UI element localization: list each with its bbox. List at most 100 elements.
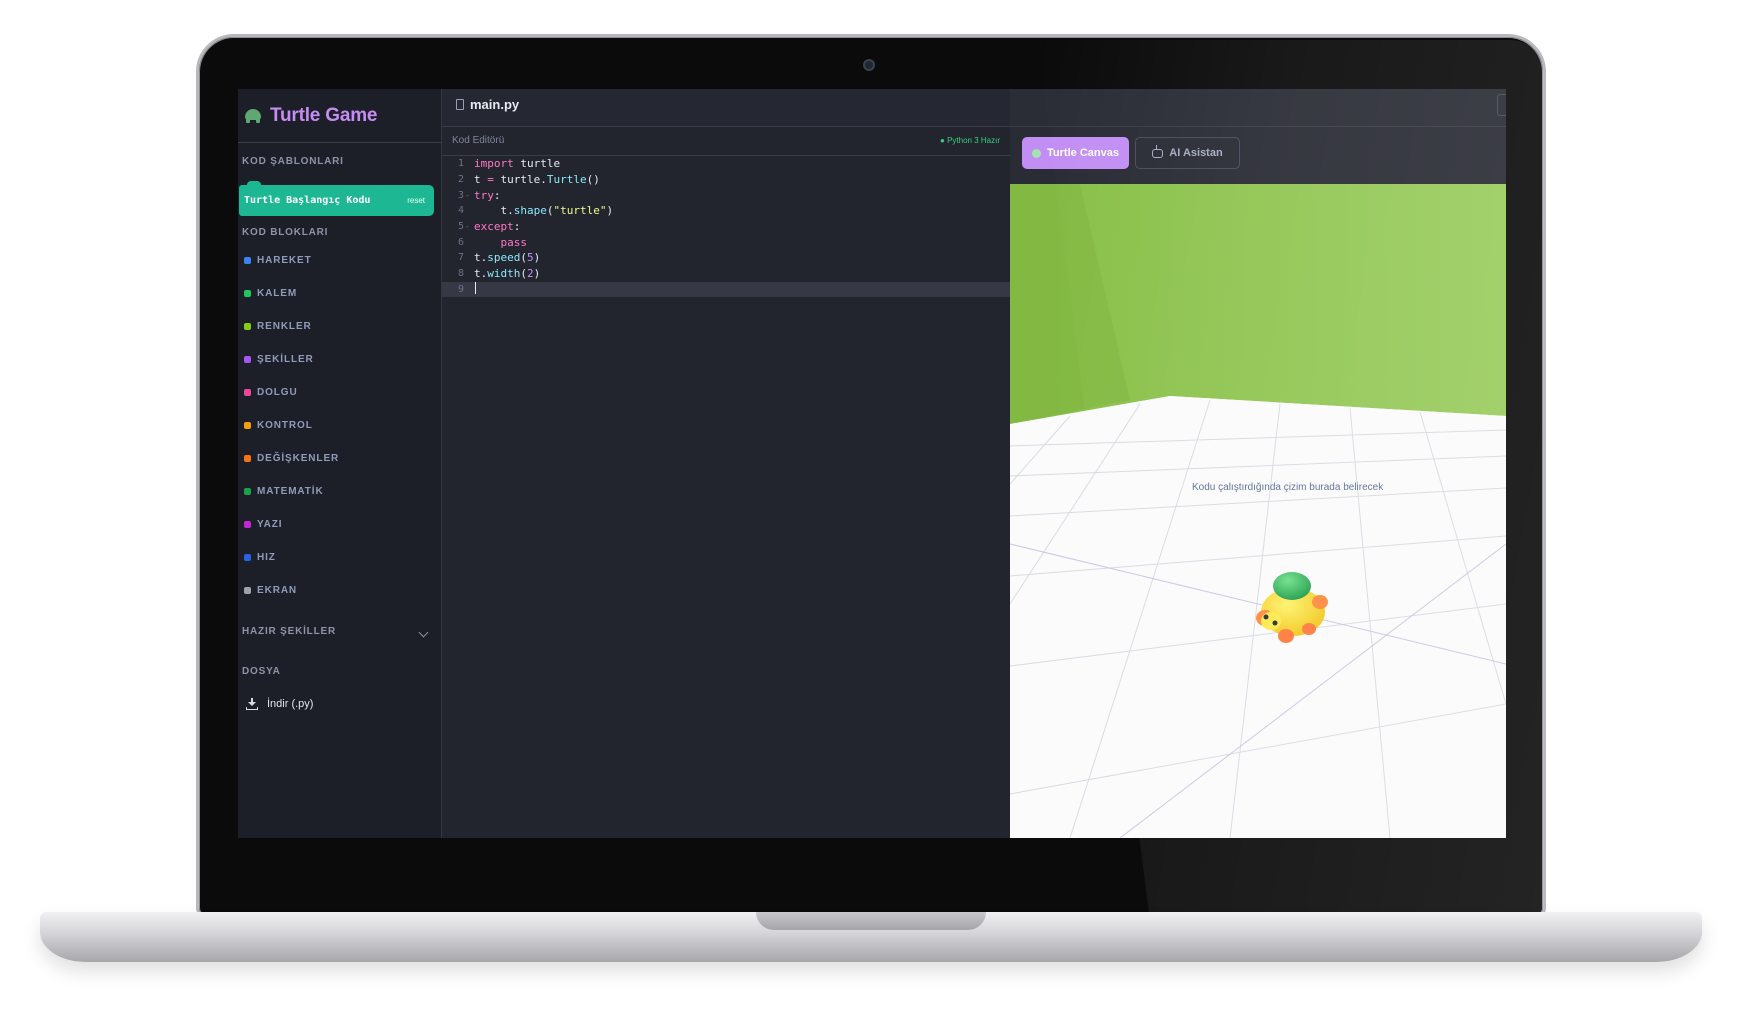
code-text: pass: [500, 235, 528, 249]
block-label: DOLGU: [257, 386, 298, 398]
template-label: Turtle Başlangıç Kodu: [244, 195, 371, 206]
app-title: Turtle Game: [270, 105, 378, 126]
code-text: t.width(2): [474, 267, 541, 281]
block-matematik[interactable]: MATEMATİK: [244, 483, 324, 499]
line-number: 8: [457, 268, 464, 280]
block-yazi[interactable]: YAZI: [244, 516, 282, 532]
block-label: KONTROL: [257, 419, 313, 431]
code-text: t.shape("turtle"): [474, 204, 614, 218]
tab-label: AI Asistan: [1169, 147, 1223, 159]
block-label: KALEM: [257, 287, 298, 299]
code-line[interactable]: 2 t = turtle.Turtle(): [442, 172, 1010, 188]
sidebar-divider: [238, 142, 442, 143]
template-tab-marker: [247, 181, 261, 186]
python-status-badge: ● Python 3 Hazır: [940, 136, 1000, 145]
block-label: RENKLER: [257, 320, 312, 332]
output-top-bar: [1010, 89, 1506, 127]
line-number: 7: [457, 252, 464, 264]
block-color-dot: [244, 520, 251, 528]
block-color-dot: [244, 454, 251, 462]
editor-header: Kod Editörü ● Python 3 Hazır: [442, 127, 1010, 156]
laptop-notch: [756, 912, 986, 930]
scene-svg: [1010, 184, 1506, 838]
block-color-dot: [244, 388, 251, 396]
line-number: 2: [457, 174, 464, 186]
editor-tab-bar: main.py: [442, 89, 1010, 127]
code-line[interactable]: 6 pass: [442, 234, 1010, 250]
code-line[interactable]: 3- try:: [442, 187, 1010, 203]
block-ekran[interactable]: EKRAN: [244, 582, 297, 598]
robot-icon: [1152, 144, 1164, 158]
block-color-dot: [244, 322, 251, 330]
canvas-hint: Kodu çalıştırdığında çizim burada belire…: [1192, 482, 1384, 493]
block-sekiller[interactable]: ŞEKİLLER: [244, 351, 314, 367]
code-editor-panel: main.py Kod Editörü ● Python 3 Hazır 1 im…: [442, 89, 1010, 838]
block-label: HAREKET: [257, 254, 312, 266]
line-number: 9: [457, 283, 464, 295]
fold-marker[interactable]: -: [464, 191, 474, 200]
file-name: main.py: [470, 97, 520, 112]
code-text: except:: [474, 220, 521, 234]
line-number: 6: [457, 236, 464, 248]
code-line[interactable]: 5- except:: [442, 219, 1010, 235]
brand: Turtle Game: [244, 99, 377, 133]
code-line[interactable]: 1 import turtle: [442, 156, 1010, 172]
line-number: 3: [457, 189, 464, 201]
file-icon: [456, 99, 464, 110]
download-py-button[interactable]: İndir (.py): [246, 695, 313, 713]
turtle-logo-icon: [244, 109, 262, 123]
editor-label: Kod Editörü: [452, 135, 505, 146]
download-icon: [246, 698, 258, 710]
code-line[interactable]: 7 t.speed(5): [442, 250, 1010, 266]
tab-label: Turtle Canvas: [1047, 147, 1119, 159]
block-kontrol[interactable]: KONTROL: [244, 417, 313, 433]
text-cursor: [475, 281, 476, 294]
block-color-dot: [244, 487, 251, 495]
block-label: ŞEKİLLER: [257, 353, 314, 365]
block-hiz[interactable]: HIZ: [244, 549, 276, 565]
chevron-down-icon[interactable]: [418, 627, 429, 638]
block-color-dot: [244, 421, 251, 429]
file-heading: DOSYA: [242, 666, 281, 677]
code-text: t.speed(5): [474, 251, 541, 265]
block-dolgu[interactable]: DOLGU: [244, 384, 298, 400]
block-renkler[interactable]: RENKLER: [244, 318, 312, 334]
screen: Turtle Game KOD ŞABLONLARI Turtle Başlan…: [238, 89, 1506, 838]
code-text: import turtle: [474, 157, 561, 171]
block-label: YAZI: [257, 518, 283, 530]
canvas-tab-icon: [1032, 148, 1042, 158]
output-panel: Turtle Canvas AI Asistan Kodu çalıştırdı…: [1010, 89, 1506, 838]
turtle-canvas[interactable]: Kodu çalıştırdığında çizim burada belire…: [1010, 184, 1506, 838]
code-line[interactable]: 9: [442, 281, 1010, 298]
code-text: [474, 281, 476, 297]
file-tab-main[interactable]: main.py: [456, 97, 519, 112]
code-line[interactable]: 8 t.width(2): [442, 266, 1010, 282]
code-input[interactable]: 1 import turtle 2 t = turtle.Turtle() 3- try:…: [442, 156, 1010, 838]
code-text: try:: [474, 188, 501, 202]
fold-marker[interactable]: -: [464, 222, 474, 231]
line-number: 1: [457, 158, 464, 170]
line-number: 5: [457, 221, 464, 233]
block-label: EKRAN: [257, 584, 298, 596]
tab-ai-assistant[interactable]: AI Asistan: [1135, 137, 1240, 169]
block-color-dot: [244, 256, 251, 264]
run-button-edge[interactable]: [1497, 94, 1506, 116]
template-turtle-start[interactable]: Turtle Başlangıç Kodu reset: [239, 181, 434, 216]
download-label: İndir (.py): [267, 698, 314, 710]
blocks-heading: KOD BLOKLARI: [242, 227, 329, 238]
code-line[interactable]: 4 t.shape("turtle"): [442, 203, 1010, 219]
sidebar: Turtle Game KOD ŞABLONLARI Turtle Başlan…: [238, 89, 442, 838]
block-kalem[interactable]: KALEM: [244, 285, 297, 301]
block-color-dot: [244, 289, 251, 297]
templates-heading: KOD ŞABLONLARI: [242, 156, 344, 167]
block-label: DEĞİŞKENLER: [257, 452, 340, 464]
block-color-dot: [244, 553, 251, 561]
block-degiskenler[interactable]: DEĞİŞKENLER: [244, 450, 339, 466]
ready-shapes-toggle[interactable]: HAZIR ŞEKİLLER: [242, 626, 336, 637]
line-number: 4: [457, 205, 464, 217]
template-reset-button[interactable]: reset: [407, 196, 425, 205]
block-label: MATEMATİK: [257, 485, 324, 497]
block-hareket[interactable]: HAREKET: [244, 252, 312, 268]
tab-turtle-canvas[interactable]: Turtle Canvas: [1022, 137, 1129, 169]
block-label: HIZ: [257, 551, 276, 563]
